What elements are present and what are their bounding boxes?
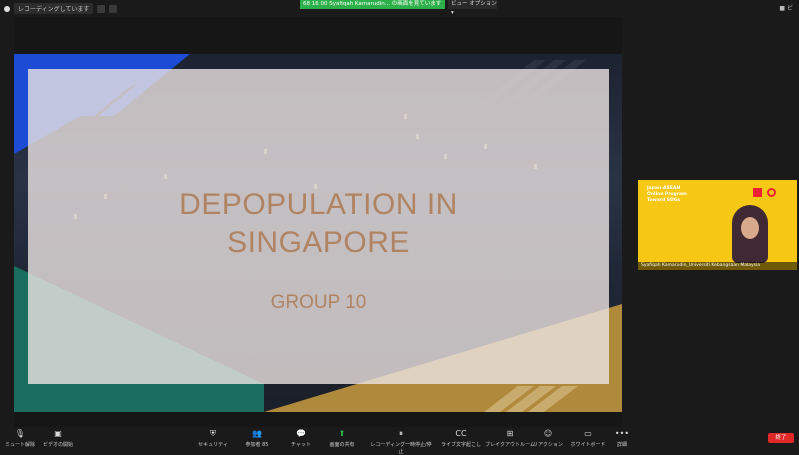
top-bar: レコーディングしています 68 16 00 Syafiqah Kamarudin… [0,0,799,16]
share-screen-button[interactable]: ⬆ 画面の共有 [322,429,362,448]
view-options-button[interactable]: ビュー オプション ▾ [448,0,497,16]
microphone-icon: 🎙 [14,429,26,438]
participants-icon: 👥 [252,429,262,438]
whiteboard-label: ホワイトボード [570,442,606,448]
participant-face [741,217,759,239]
share-screen-label: 画面の共有 [329,442,355,448]
pause-recording-button[interactable] [97,4,106,13]
slide-title-line2: SINGAPORE [227,226,410,259]
more-icon: ••• [614,429,630,438]
shared-screen: DEPOPULATION IN SINGAPORE GROUP 10 [14,17,622,427]
start-video-label: ビデオの開始 [42,442,73,448]
circle-logo-icon [767,188,776,197]
recording-control-button[interactable]: ⏸ レコーディング一時停止/停止 [368,429,434,455]
captions-label: ライブ文字起こし [440,442,481,448]
participant-video-tile[interactable]: Japan-ASEAN Online Program Toward SDGs S… [638,180,797,270]
security-button[interactable]: ⛨ セキュリティ [193,429,233,448]
record-dot-icon [4,5,10,12]
security-icon: ⛨ [210,429,216,438]
reactions-label: リアクション [533,442,563,448]
recording-indicator: レコーディングしています [4,3,118,14]
slide-title-line1: DEPOPULATION IN [179,188,458,221]
security-label: セキュリティ [198,442,228,448]
recording-icon: ⏸ [399,429,403,438]
participant-name: Syafiqah Kamarudin_Universiti Kebangsaan… [638,262,797,270]
chat-icon: 💬 [296,429,306,438]
recording-control-label: レコーディング一時停止/停止 [370,442,432,455]
logo-icon [753,188,762,197]
view-toggle-button[interactable]: ■ ビ [779,3,793,12]
end-meeting-button[interactable]: 終了 [768,433,794,443]
recording-label: レコーディングしています [14,3,94,14]
video-banner-text: Japan-ASEAN Online Program Toward SDGs [647,186,687,203]
unmute-button[interactable]: 🎙 ミュート解除 [0,429,40,448]
participants-button[interactable]: 👥 参加者 85 [237,429,277,448]
start-video-button[interactable]: ▣ ビデオの開始 [38,429,78,448]
captions-icon: CC [455,429,467,438]
more-button[interactable]: ••• 詳細 [602,429,642,448]
more-label: 詳細 [616,442,627,448]
reactions-icon: ☺ [543,429,553,438]
share-screen-icon: ⬆ [338,429,346,438]
participants-label: 参加者 85 [245,442,269,448]
slide-text-panel: DEPOPULATION IN SINGAPORE GROUP 10 [28,69,609,384]
reactions-button[interactable]: ☺ リアクション [528,429,568,448]
unmute-label: ミュート解除 [4,442,35,448]
slide-subtitle: GROUP 10 [270,292,367,313]
stop-recording-button[interactable] [109,4,118,13]
video-camera-icon: ▣ [54,429,62,438]
meeting-toolbar: 🎙 ミュート解除 ▣ ビデオの開始 ⛨ セキュリティ 👥 参加者 85 💬 チャ… [0,428,799,455]
chat-button[interactable]: 💬 チャット [281,429,321,448]
slide-title: DEPOPULATION IN SINGAPORE [28,186,609,262]
screen-share-banner: 68 16 00 Syafiqah Kamarudin... の画面を見ています [300,0,445,9]
presentation-slide: DEPOPULATION IN SINGAPORE GROUP 10 [14,54,622,412]
captions-button[interactable]: CC ライブ文字起こし [436,429,486,448]
chat-label: チャット [291,442,311,448]
